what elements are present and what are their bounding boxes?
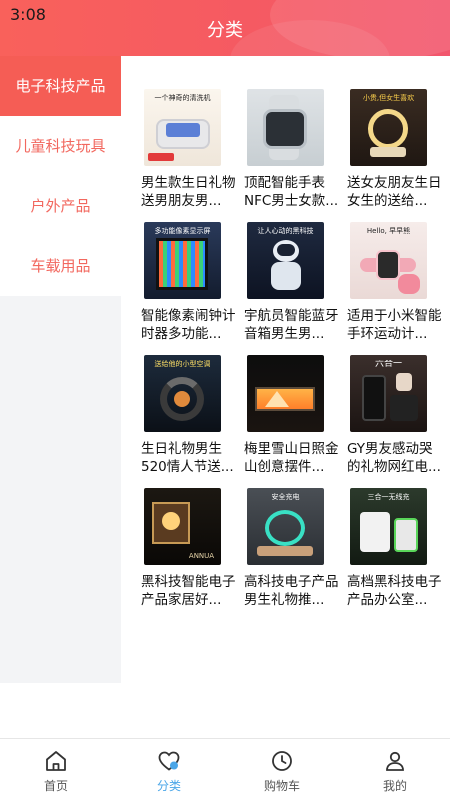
product-card[interactable]: 送给他的小型空调 生日礼物男生520情人节送... <box>121 322 234 476</box>
product-image-text: 三合一无线充 <box>367 493 410 501</box>
product-image-text: 多功能像素显示屏 <box>154 227 211 235</box>
product-card[interactable]: 让人心动的黑科技 宇航员智能蓝牙音箱男生男... <box>224 189 339 343</box>
product-name: 高科技电子产品男生礼物推... <box>244 574 339 608</box>
product-image: 小贵,但女生喜欢 <box>350 89 427 166</box>
product-image-text: 让人心动的黑科技 <box>257 227 314 235</box>
product-image-text: 六合一 <box>374 360 402 369</box>
product-card[interactable]: ANNUA 黑科技智能电子产品家居好... <box>121 455 236 609</box>
page-title: 分类 <box>207 20 243 41</box>
product-image: Hello, 早早熊 <box>350 222 427 299</box>
product-image-text: Hello, 早早熊 <box>366 227 411 235</box>
heart-icon <box>158 751 180 771</box>
tab-label: 购物车 <box>263 779 300 793</box>
product-image: 多功能像素显示屏 <box>144 222 221 299</box>
tab-label: 我的 <box>382 779 407 793</box>
product-image: 三合一无线充 <box>350 488 427 565</box>
sidebar-item-car[interactable]: 车载用品 <box>0 236 121 296</box>
bottom-tab-bar: 首页 分类 购物车 我的 <box>0 738 450 800</box>
product-card[interactable]: 小贵,但女生喜欢 送女友朋友生日女生的送给... <box>327 56 442 210</box>
header-bar: 3:08 分类 <box>0 0 450 56</box>
sidebar-item-outdoor[interactable]: 户外产品 <box>0 176 121 236</box>
tab-mine[interactable]: 我的 <box>339 739 450 801</box>
person-icon <box>386 751 404 771</box>
product-image-text: 小贵,但女生喜欢 <box>362 94 415 102</box>
product-image: 安全充电 <box>247 488 324 565</box>
product-image: 一个神奇的清洗机 <box>144 89 221 166</box>
sidebar-item-kids-toys[interactable]: 儿童科技玩具 <box>0 116 121 176</box>
tab-cart[interactable]: 购物车 <box>226 739 338 801</box>
tab-home[interactable]: 首页 <box>0 739 112 801</box>
category-sidebar: 电子科技产品 儿童科技玩具 户外产品 车载用品 <box>0 56 121 683</box>
sidebar-item-electronics[interactable]: 电子科技产品 <box>0 56 121 116</box>
clock-icon <box>272 751 292 771</box>
product-name: 黑科技智能电子产品家居好... <box>141 574 236 608</box>
product-card[interactable]: 顶配智能手表NFC男士女款... <box>224 56 338 210</box>
tab-label: 首页 <box>43 779 68 793</box>
product-image-text: 一个神奇的清洗机 <box>154 94 211 102</box>
product-image <box>247 89 324 166</box>
product-name: 高档黑科技电子产品办公室... <box>347 574 442 608</box>
product-card[interactable]: 多功能像素显示屏 智能像素闹钟计时器多功能... <box>121 189 236 343</box>
tab-category[interactable]: 分类 <box>113 739 225 801</box>
product-image: ANNUA <box>144 488 221 565</box>
product-card[interactable]: 安全充电 高科技电子产品男生礼物推... <box>224 455 339 609</box>
product-card[interactable]: 三合一无线充 高档黑科技电子产品办公室... <box>327 455 442 609</box>
product-image-text: ANNUA <box>188 552 215 560</box>
product-image: 送给他的小型空调 <box>144 355 221 432</box>
product-card[interactable]: 六合一 GY男友感动哭的礼物网红电... <box>327 322 441 476</box>
product-image: 让人心动的黑科技 <box>247 222 324 299</box>
product-card[interactable]: Hello, 早早熊 适用于小米智能手环运动计... <box>327 189 442 343</box>
product-image-text: 安全充电 <box>271 493 300 501</box>
product-image <box>247 355 324 432</box>
tab-label: 分类 <box>156 779 181 793</box>
home-icon <box>46 751 66 771</box>
product-card[interactable]: 梅里雪山日照金山创意摆件... <box>224 322 339 476</box>
product-image: 六合一 <box>350 355 427 432</box>
product-card[interactable]: 一个神奇的清洗机 男生款生日礼物送男朋友男... <box>121 56 236 210</box>
product-image-text: 送给他的小型空调 <box>154 360 211 368</box>
